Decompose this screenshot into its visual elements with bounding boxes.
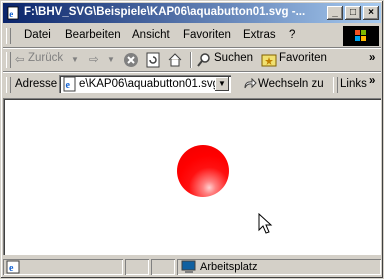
close-button[interactable]: ×: [363, 6, 379, 20]
favorites-icon[interactable]: [261, 52, 277, 68]
menubar-grip[interactable]: [6, 28, 11, 44]
menu-help[interactable]: ?: [289, 29, 295, 41]
menu-extras[interactable]: Extras: [243, 29, 276, 41]
title-bar[interactable]: e F:\BHV_SVG\Beispiele\KAP06\aquabutton0…: [3, 3, 381, 23]
menu-favoriten[interactable]: Favoriten: [183, 29, 231, 41]
status-zone-label: Arbeitsplatz: [200, 261, 258, 273]
maximize-button[interactable]: □: [345, 6, 361, 20]
menu-bearbeiten[interactable]: Bearbeiten: [65, 29, 121, 41]
status-panel: [151, 259, 175, 275]
address-value: e\KAP06\aquabutton01.svg: [79, 78, 220, 90]
chevron-right-icon[interactable]: »: [369, 75, 375, 87]
browser-window: e F:\BHV_SVG\Beispiele\KAP06\aquabutton0…: [0, 0, 384, 279]
status-bar: e Arbeitsplatz: [3, 257, 381, 277]
ie-document-icon: e: [7, 6, 19, 20]
addressbar-grip[interactable]: [6, 77, 11, 93]
home-icon[interactable]: [167, 52, 183, 68]
computer-icon: [181, 260, 196, 273]
toolbar-grip[interactable]: [6, 52, 11, 68]
windows-logo: [343, 26, 379, 46]
go-arrow-icon[interactable]: [243, 78, 257, 92]
svg-text:e: e: [66, 80, 71, 91]
status-zone-panel: Arbeitsplatz: [177, 259, 381, 275]
address-dropdown-icon[interactable]: ▼: [215, 77, 229, 91]
links-button[interactable]: Links: [340, 78, 367, 90]
back-button[interactable]: Zurück: [28, 52, 63, 64]
window-title: F:\BHV_SVG\Beispiele\KAP06\aquabutton01.…: [24, 6, 306, 18]
menu-datei[interactable]: Datei: [24, 29, 51, 41]
svg-viewport: [3, 98, 381, 255]
ie-page-icon: e: [63, 76, 76, 92]
status-main-panel: e: [3, 259, 123, 275]
ie-status-icon: e: [6, 260, 20, 274]
search-icon[interactable]: [196, 52, 212, 68]
search-button[interactable]: Suchen: [214, 52, 253, 64]
standard-toolbar: ⇦ Zurück ▼ ⇨ ▼ Suchen Favoriten »: [3, 49, 381, 71]
svg-text:e: e: [9, 263, 14, 274]
links-grip[interactable]: [333, 77, 338, 93]
stop-icon[interactable]: [123, 52, 139, 68]
back-arrow-icon[interactable]: ⇦: [15, 52, 25, 66]
windows-flag-icon: [355, 30, 366, 41]
address-label: Adresse: [15, 78, 58, 90]
forward-arrow-icon[interactable]: ⇨: [89, 52, 99, 66]
mouse-cursor-icon: [258, 213, 273, 234]
svg-text:e: e: [9, 9, 13, 19]
go-button[interactable]: Wechseln zu: [258, 78, 324, 90]
refresh-icon[interactable]: [145, 52, 161, 68]
forward-dropdown-icon[interactable]: ▼: [107, 55, 115, 64]
menu-ansicht[interactable]: Ansicht: [132, 29, 170, 41]
menu-bar: Datei Bearbeiten Ansicht Favoriten Extra…: [3, 25, 381, 47]
favorites-button[interactable]: Favoriten: [279, 52, 327, 64]
address-field[interactable]: e e\KAP06\aquabutton01.svg ▼: [59, 75, 231, 93]
back-dropdown-icon[interactable]: ▼: [71, 55, 79, 64]
address-bar: Adresse e e\KAP06\aquabutton01.svg ▼ Wec…: [3, 73, 381, 97]
chevron-right-icon[interactable]: »: [369, 52, 375, 64]
status-panel: [125, 259, 149, 275]
aqua-button[interactable]: [177, 145, 229, 197]
toolbar-separator: [190, 52, 192, 68]
minimize-button[interactable]: _: [327, 6, 343, 20]
